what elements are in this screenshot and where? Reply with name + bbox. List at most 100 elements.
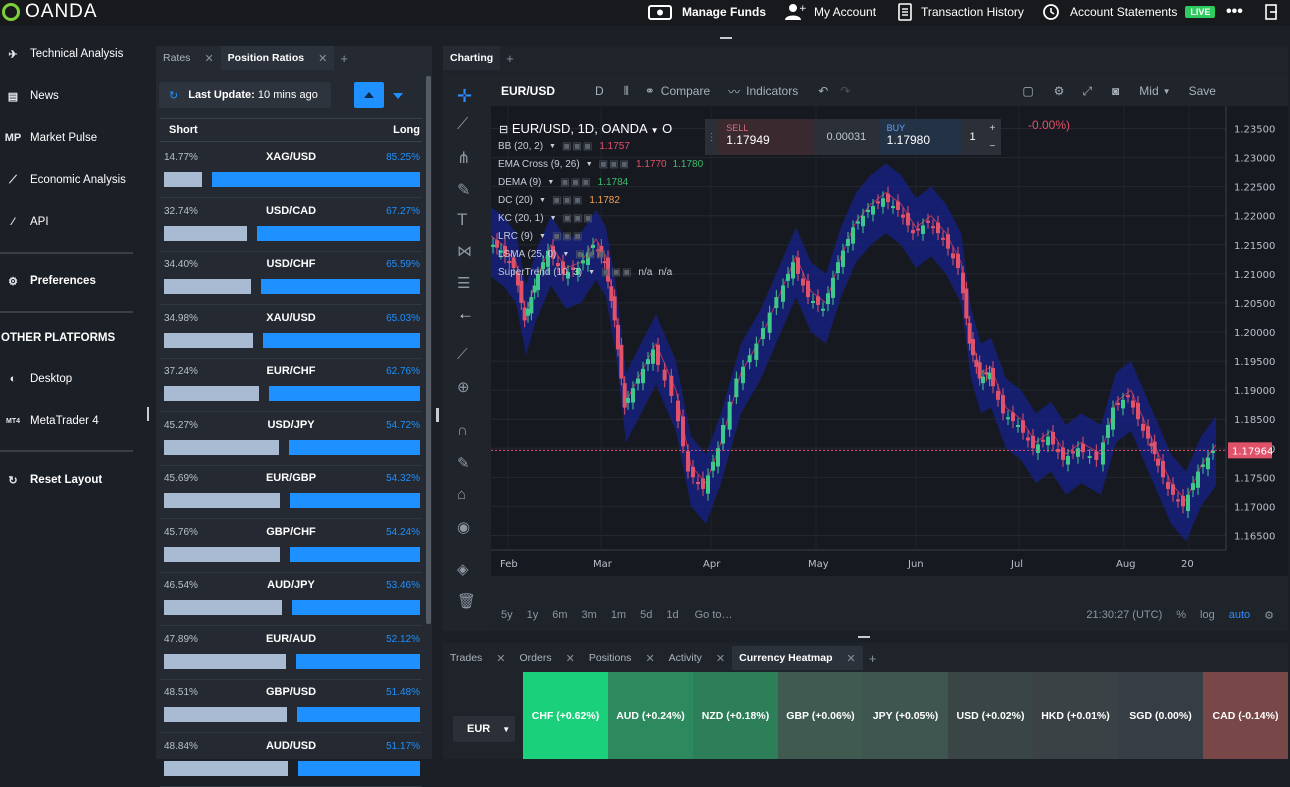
close-icon[interactable]: ✕ [566,652,575,665]
more-menu-icon[interactable]: ••• [1226,2,1243,22]
ratio-row[interactable]: 46.54% AUD/JPY 53.46% [160,572,422,626]
indicator-legend-item[interactable]: DEMA (9) ▼ ▣▣▣ 1.1784 [498,173,703,191]
my-account-button[interactable]: + My Account [784,2,876,22]
panel-resize-handle[interactable] [858,636,870,638]
ratio-row[interactable]: 45.76% GBP/CHF 54.24% [160,519,422,573]
ratio-row[interactable]: 48.51% GBP/USD 51.48% [160,679,422,733]
heatmap-cell[interactable]: CAD (-0.14%) [1203,672,1288,759]
sidebar-resize-handle[interactable] [147,407,149,421]
range-button[interactable]: 1m [611,609,626,621]
sell-button[interactable]: SELL 1.17949 [718,119,815,155]
range-button[interactable]: 3m [582,609,597,621]
add-tab-icon[interactable]: + [334,51,354,66]
tab-orders[interactable]: Orders ✕ [513,646,582,670]
transaction-history-button[interactable]: Transaction History [897,2,1024,22]
indicator-legend-item[interactable]: LRC (9) ▼ ▣▣▣ [498,227,703,245]
indicator-legend-item[interactable]: SuperTrend (10, 3) ▼ ▣▣▣ n/a n/a [498,263,703,281]
redo-icon[interactable]: ↷ [840,84,850,98]
sidebar-item-desktop[interactable]: ◐ Desktop [4,367,73,391]
buy-button[interactable]: BUY 1.17980 [878,119,962,155]
add-tab-icon[interactable]: + [500,51,520,66]
panel-resize-handle[interactable] [436,408,439,422]
tab-positions[interactable]: Positions ✕ [582,646,662,670]
heatmap-cell[interactable]: JPY (+0.05%) [863,672,948,759]
crosshair-icon[interactable]: ✛ [457,86,477,106]
tab-charting[interactable]: Charting [443,46,501,70]
range-button[interactable]: 1d [666,609,678,621]
fib-icon[interactable]: ☰ [457,274,477,294]
indicator-controls-icon[interactable]: ▣▣▣ [552,231,583,242]
ratio-row[interactable]: 47.89% EUR/AUD 52.12% [160,626,422,680]
layers-icon[interactable]: ◈ [457,560,477,580]
symbol-selector[interactable]: EUR/USD [501,84,555,98]
pattern-icon[interactable]: ⋈ [457,242,477,262]
undo-icon[interactable]: ↶ [818,84,828,98]
save-button[interactable]: Save [1189,84,1216,98]
fullscreen-icon[interactable]: ⤢ [1082,84,1092,99]
ratios-scrollbar[interactable] [426,76,431,624]
tab-rates[interactable]: Rates ✕ [156,46,221,70]
tab-trades[interactable]: Trades ✕ [443,646,513,670]
indicator-legend-item[interactable]: EMA Cross (9, 26) ▼ ▣▣▣ 1.1770 1.1780 [498,155,703,173]
eye-icon[interactable]: ◉ [457,518,477,538]
quantity-input[interactable]: 1 [961,119,984,155]
ratio-row[interactable]: 14.77% XAG/USD 85.25% [160,144,422,198]
ratio-row[interactable]: 45.69% EUR/GBP 54.32% [160,465,422,519]
heatmap-cell[interactable]: HKD (+0.01%) [1033,672,1118,759]
compare-icon[interactable]: ⚭ [645,84,655,98]
camera-icon[interactable]: ◙ [1112,84,1119,98]
close-icon[interactable]: ✕ [645,652,654,665]
indicator-controls-icon[interactable]: ▣▣▣ [575,249,606,260]
sort-descending-button[interactable] [388,82,408,108]
compare-button[interactable]: Compare [661,84,710,98]
indicators-button[interactable]: Indicators [746,84,798,98]
heatmap-cell[interactable]: CHF (+0.62%) [523,672,608,759]
indicator-legend-item[interactable]: BB (20, 2) ▼ ▣▣▣ 1.1757 [498,137,703,155]
heatmap-cell[interactable]: SGD (0.00%) [1118,672,1203,759]
candle-type-icon[interactable]: ⫴ [624,84,629,99]
zoom-icon[interactable]: ⊕ [457,378,477,398]
manage-funds-button[interactable]: Manage Funds [648,2,766,22]
sidebar-item-preferences[interactable]: ⚙ Preferences [4,269,96,293]
log-toggle[interactable]: log [1200,609,1215,621]
text-icon[interactable]: T [457,210,477,230]
sort-ascending-button[interactable] [354,82,384,108]
tab-currency-heatmap[interactable]: Currency Heatmap ✕ [732,646,863,670]
magnet-icon[interactable]: ∩ [457,422,477,442]
ratio-row[interactable]: 37.24% EUR/CHF 62.76% [160,358,422,412]
range-button[interactable]: 5d [640,609,652,621]
base-currency-dropdown[interactable]: EUR ▼ [453,716,515,742]
range-button[interactable]: 5y [501,609,513,621]
heatmap-cell[interactable]: AUD (+0.24%) [608,672,693,759]
heatmap-cell[interactable]: NZD (+0.18%) [693,672,778,759]
oanda-logo[interactable]: OANDA [2,1,98,22]
interval-selector[interactable]: D [595,84,604,98]
reset-layout-button[interactable]: ↻ Reset Layout [4,468,102,492]
indicator-legend-item[interactable]: DC (20) ▼ ▣▣▣ 1.1782 [498,191,703,209]
lock-icon[interactable]: ⌂ [457,486,477,506]
add-tab-icon[interactable]: + [863,651,883,666]
price-mode-dropdown[interactable]: Mid [1139,84,1158,98]
close-icon[interactable]: ✕ [847,652,856,665]
fullframe-icon[interactable]: ▢ [1022,84,1033,98]
indicator-controls-icon[interactable]: ▣▣▣ [562,141,593,152]
sidebar-item-economic-analysis[interactable]: ⟋ Economic Analysis [4,168,126,192]
sidebar-item-metatrader[interactable]: MT4 MetaTrader 4 [4,409,99,433]
ratio-row[interactable]: 32.74% USD/CAD 67.27% [160,198,422,252]
indicator-controls-icon[interactable]: ▣▣▣ [552,195,583,206]
auto-toggle[interactable]: auto [1229,609,1250,621]
ratio-row[interactable]: 34.98% XAU/USD 65.03% [160,305,422,359]
close-icon[interactable]: ✕ [716,652,725,665]
range-button[interactable]: 1y [527,609,539,621]
indicators-icon[interactable]: 〰 [728,83,740,100]
tab-position-ratios[interactable]: Position Ratios ✕ [220,46,335,70]
lock-drawing-icon[interactable]: ✎ [457,454,477,474]
trash-icon[interactable]: 🗑 [457,592,477,612]
refresh-icon[interactable]: ↻ [169,89,178,102]
quantity-stepper[interactable]: + − [983,119,1001,155]
goto-button[interactable]: Go to… [695,609,733,621]
heatmap-cell[interactable]: GBP (+0.06%) [778,672,863,759]
tab-activity[interactable]: Activity ✕ [662,646,732,670]
sidebar-item-api[interactable]: ⁄ API [4,210,48,234]
arrow-left-icon[interactable]: ← [457,304,477,324]
